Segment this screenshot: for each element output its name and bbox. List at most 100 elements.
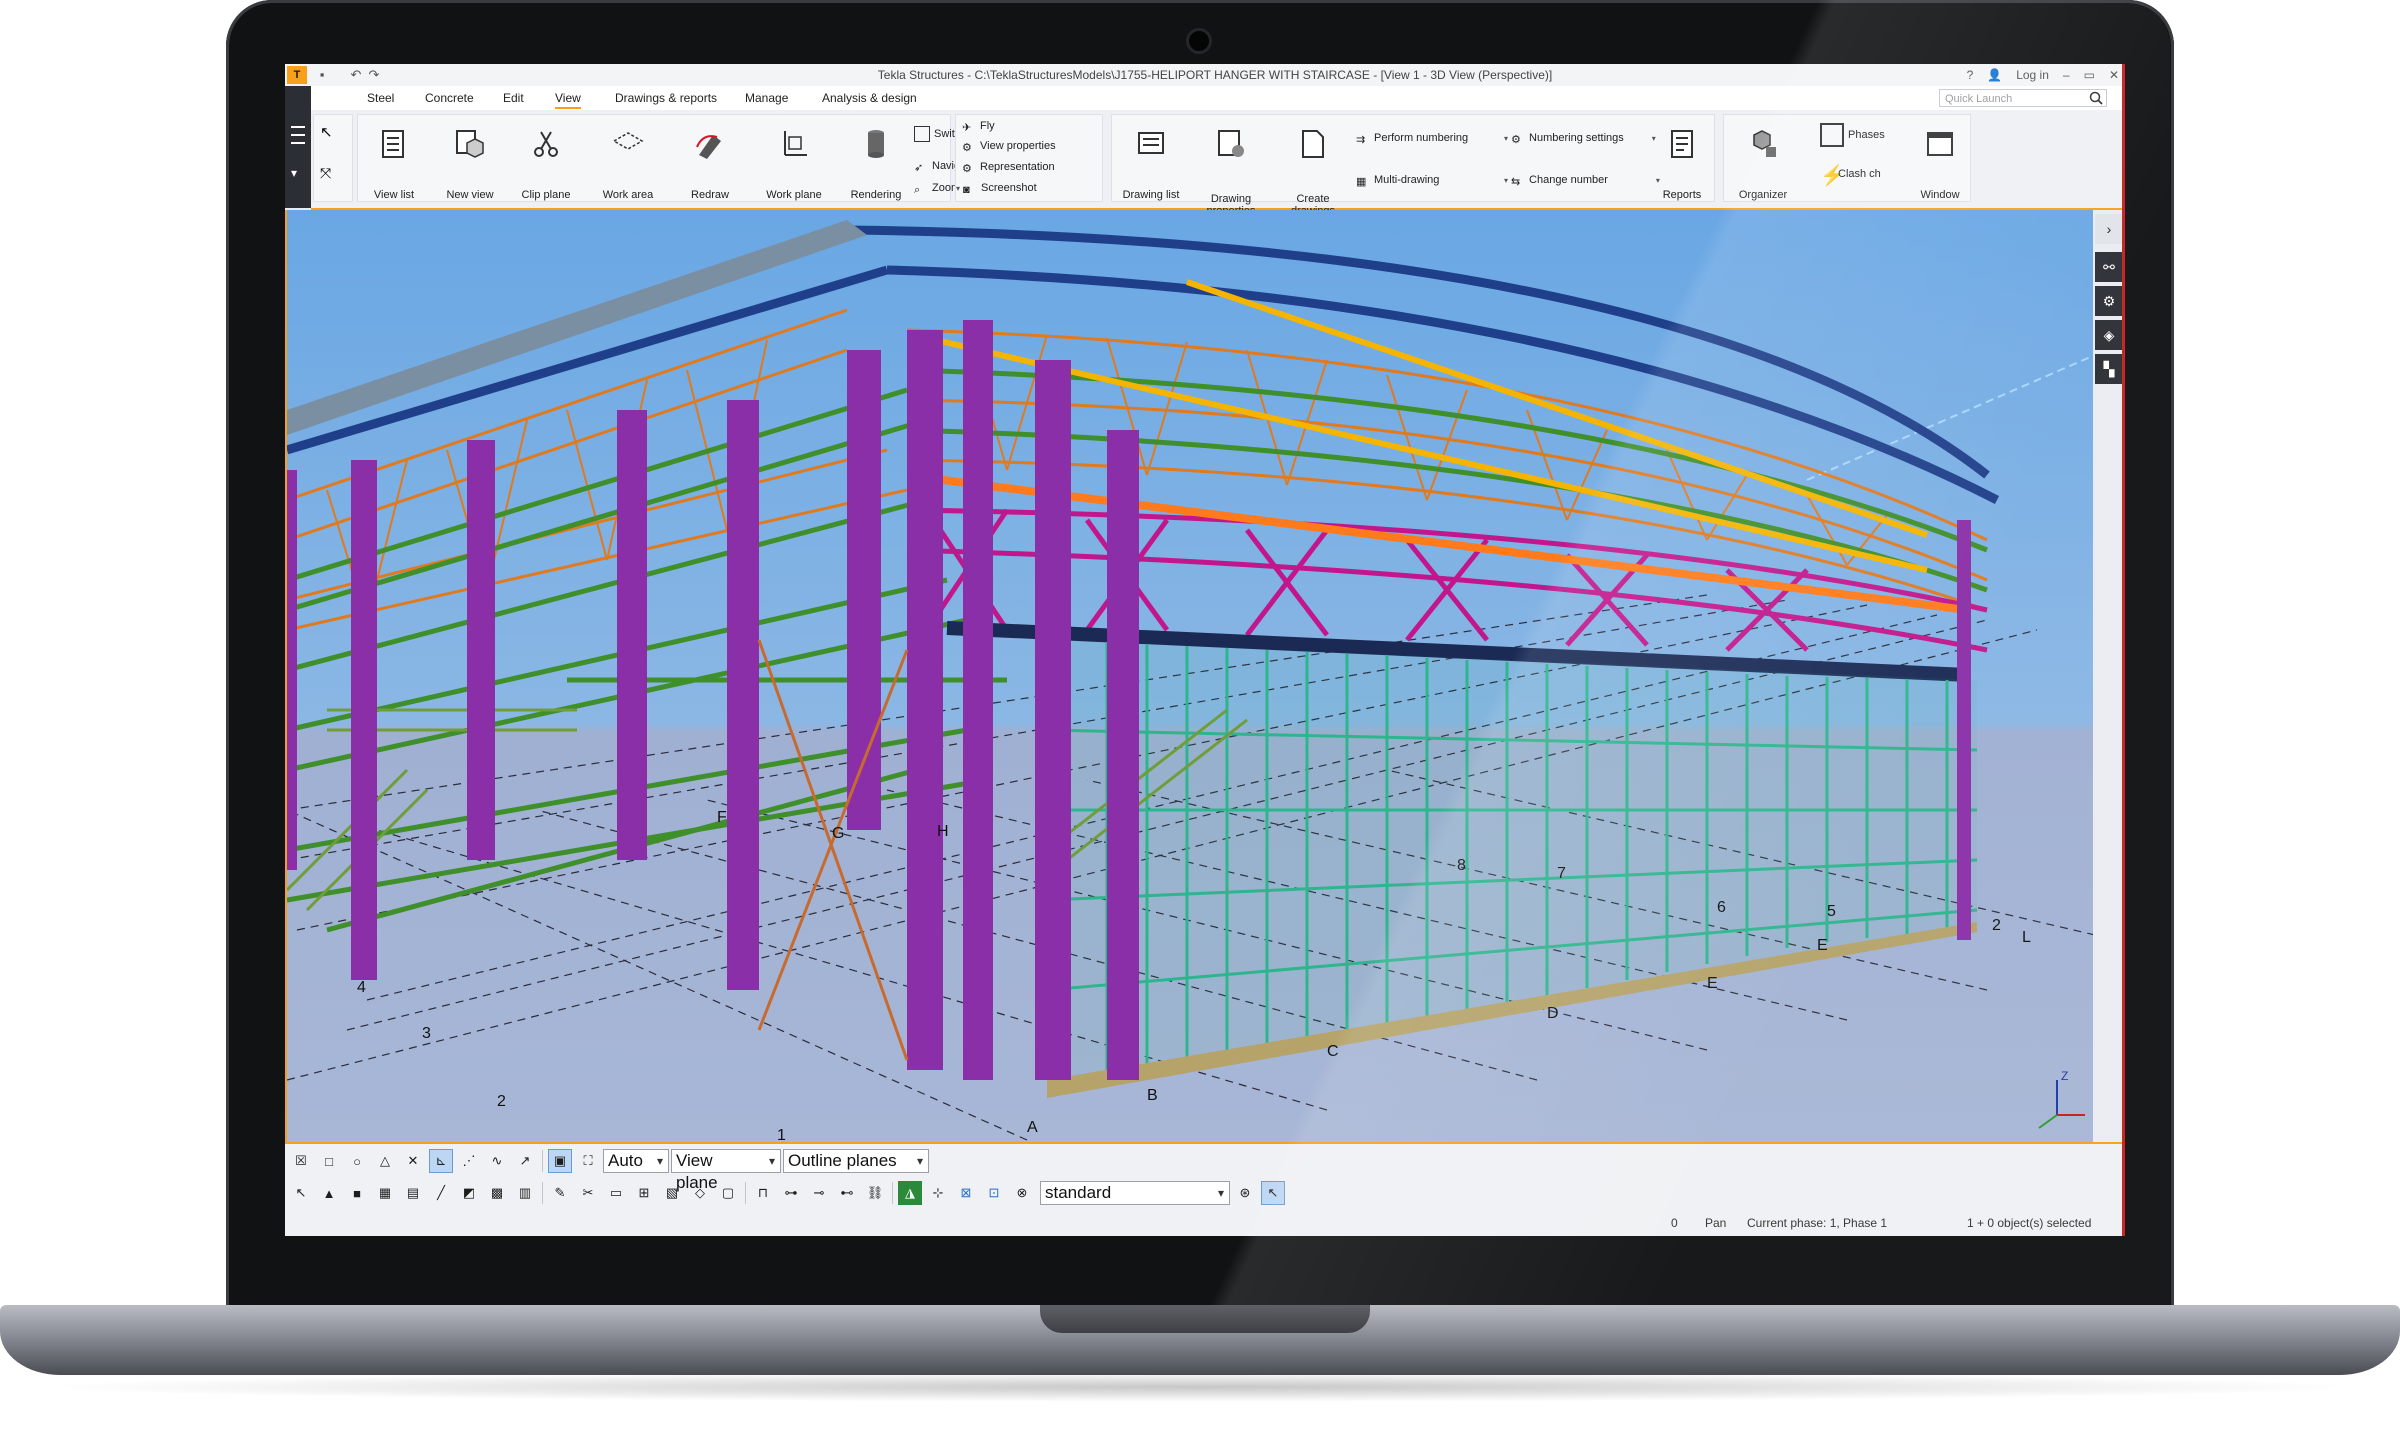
clash-check-button[interactable]: ⚡Clash ch [1820,165,1881,186]
tab-steel[interactable]: Steel [367,91,394,105]
select-assembly-icon[interactable]: ◩ [457,1181,481,1205]
login-button[interactable]: Log in [2016,68,2049,82]
model-viewport-3d[interactable]: 1 2 2 3 4 5 6 7 8 A B C D E E F G H L Z [285,210,2093,1142]
select-objects-icon[interactable]: ⊠ [954,1181,978,1205]
settings-gear-icon[interactable]: ⚙ [2095,286,2123,316]
fly-button[interactable]: ✈ Fly [962,117,995,135]
perform-numbering-button[interactable]: ⇉ Perform numbering [1356,129,1468,147]
maximize-button[interactable]: ▭ [2084,68,2095,82]
create-drawings-icon [1302,130,1324,158]
tab-drawings-reports[interactable]: Drawings & reports [615,91,717,105]
snap-reference-icon[interactable]: ☒ [289,1149,313,1173]
joint-icon[interactable]: ⊸ [807,1181,831,1205]
drawing-list-button[interactable]: Drawing list [1116,123,1186,203]
search-icon[interactable] [2089,91,2103,105]
snap-icon[interactable]: ⤧ [320,165,331,182]
cut-icon[interactable]: ✂ [576,1181,600,1205]
select-bolt-icon[interactable]: ▤ [401,1181,425,1205]
select-grid-icon[interactable]: ▦ [373,1181,397,1205]
select-solid-icon[interactable]: ■ [345,1181,369,1205]
new-view-button[interactable]: New view [438,123,502,203]
rendering-button[interactable]: Rendering [844,123,908,203]
snap-plane-icon[interactable]: ▣ [548,1149,572,1173]
weld-icon[interactable]: ✎ [548,1181,572,1205]
outline-planes-select[interactable]: Outline planes [783,1149,929,1173]
catalog-icon[interactable]: ▚ [2095,354,2123,384]
numbering-settings-button[interactable]: ▾ ⚙ Numbering settings ▾ [1504,129,1659,147]
drawing-properties-button[interactable]: Drawing properties [1196,123,1266,217]
select-component-icon[interactable]: ◮ [898,1181,922,1205]
change-number-button[interactable]: ▾ ⇆ Change number ▾ [1504,171,1663,189]
drawing-list-icon [1138,132,1164,154]
file-menu-button[interactable]: ▾ [285,86,311,208]
snap-cross-icon[interactable]: ✕ [401,1149,425,1173]
select-arrow-icon[interactable]: ↖ [320,123,333,141]
tab-concrete[interactable]: Concrete [425,91,474,105]
tab-manage[interactable]: Manage [745,91,788,105]
zoom-button[interactable]: ⌕ Zoom [914,179,960,197]
quick-launch-input[interactable]: Quick Launch [1939,89,2107,107]
surface-icon[interactable]: ▧ [660,1181,684,1205]
select-part-icon[interactable]: ▲ [317,1181,341,1205]
representation-button[interactable]: ⚙ Representation [962,158,1055,176]
inquire-icon[interactable]: ⊗ [1010,1181,1034,1205]
organizer-button[interactable]: Organizer [1728,123,1798,203]
screenshot-button[interactable]: ▾ ◙ Screenshot [956,179,1037,197]
snap-free-icon[interactable]: ↗ [513,1149,537,1173]
select-group-icon[interactable]: ▥ [513,1181,537,1205]
snap-perpendicular-icon[interactable]: ⊾ [429,1149,453,1173]
bracket-icon[interactable]: ⊓ [751,1181,775,1205]
connection-icon[interactable]: ⚯ [2095,252,2123,282]
select-weld-icon[interactable]: ⊹ [926,1181,950,1205]
save-icon[interactable]: ▪ [313,66,331,84]
component-cube-icon[interactable]: ◈ [2095,320,2123,350]
connection-line-icon[interactable]: ⊶ [779,1181,803,1205]
view-list-button[interactable]: View list [362,123,426,203]
tab-edit[interactable]: Edit [503,91,524,105]
fly-label: Fly [980,120,995,132]
reports-button[interactable]: Reports [1652,123,1712,203]
view-properties-button[interactable]: ⚙ View properties [962,137,1056,155]
snap-extension-icon[interactable]: ⋰ [457,1149,481,1173]
selection-filter-select[interactable]: standard [1040,1181,1230,1205]
snap-curve-icon[interactable]: ∿ [485,1149,509,1173]
fitting-icon[interactable]: ▭ [604,1181,628,1205]
chain-icon[interactable]: ⛓ [863,1181,887,1205]
filter-settings-icon[interactable]: ⊛ [1233,1181,1257,1205]
phases-button[interactable]: Phases [1820,123,1885,147]
layers-icon[interactable]: ◇ [688,1181,712,1205]
select-assembly-objects-icon[interactable]: ⊡ [982,1181,1006,1205]
link-icon[interactable]: ⊷ [835,1181,859,1205]
ribbon-tabs: Steel Concrete Edit View Drawings & repo… [285,86,2125,110]
work-area-button[interactable]: Work area [596,123,660,203]
work-plane-button[interactable]: Work plane [762,123,826,203]
snap-circle-icon[interactable]: ○ [345,1149,369,1173]
snap-triangle-icon[interactable]: △ [373,1149,397,1173]
redraw-button[interactable]: Redraw [678,123,742,203]
tab-view[interactable]: View [555,91,581,109]
undo-icon[interactable]: ↶ [347,66,365,84]
create-drawings-button[interactable]: Create drawings [1278,123,1348,217]
snap-depth-select[interactable]: Auto [603,1149,669,1173]
multi-drawing-button[interactable]: ▦ Multi-drawing [1356,171,1439,189]
minimize-button[interactable]: – [2063,68,2070,82]
select-switch-icon[interactable]: ↖ [1261,1181,1285,1205]
close-button[interactable]: ✕ [2109,68,2119,82]
tab-analysis-design[interactable]: Analysis & design [822,91,917,105]
snap-zoom-extent-icon[interactable]: ⛶ [576,1149,600,1173]
snap-square-icon[interactable]: □ [317,1149,341,1173]
help-button[interactable]: ? [1967,68,1974,82]
expand-panel-button[interactable]: › [2095,214,2123,244]
app-logo[interactable]: T [287,66,307,84]
box-icon[interactable]: ▢ [716,1181,740,1205]
grid-label-5: 5 [1827,903,1836,920]
window-button[interactable]: Window [1910,123,1970,203]
view-properties-label: View properties [980,140,1056,152]
select-mesh-icon[interactable]: ▩ [485,1181,509,1205]
redo-icon[interactable]: ↷ [365,66,383,84]
clip-plane-button[interactable]: Clip plane [514,123,578,203]
select-line-icon[interactable]: ╱ [429,1181,453,1205]
work-plane-select[interactable]: View plane [671,1149,781,1192]
select-pointer-icon[interactable]: ↖ [289,1181,313,1205]
load-icon[interactable]: ⊞ [632,1181,656,1205]
